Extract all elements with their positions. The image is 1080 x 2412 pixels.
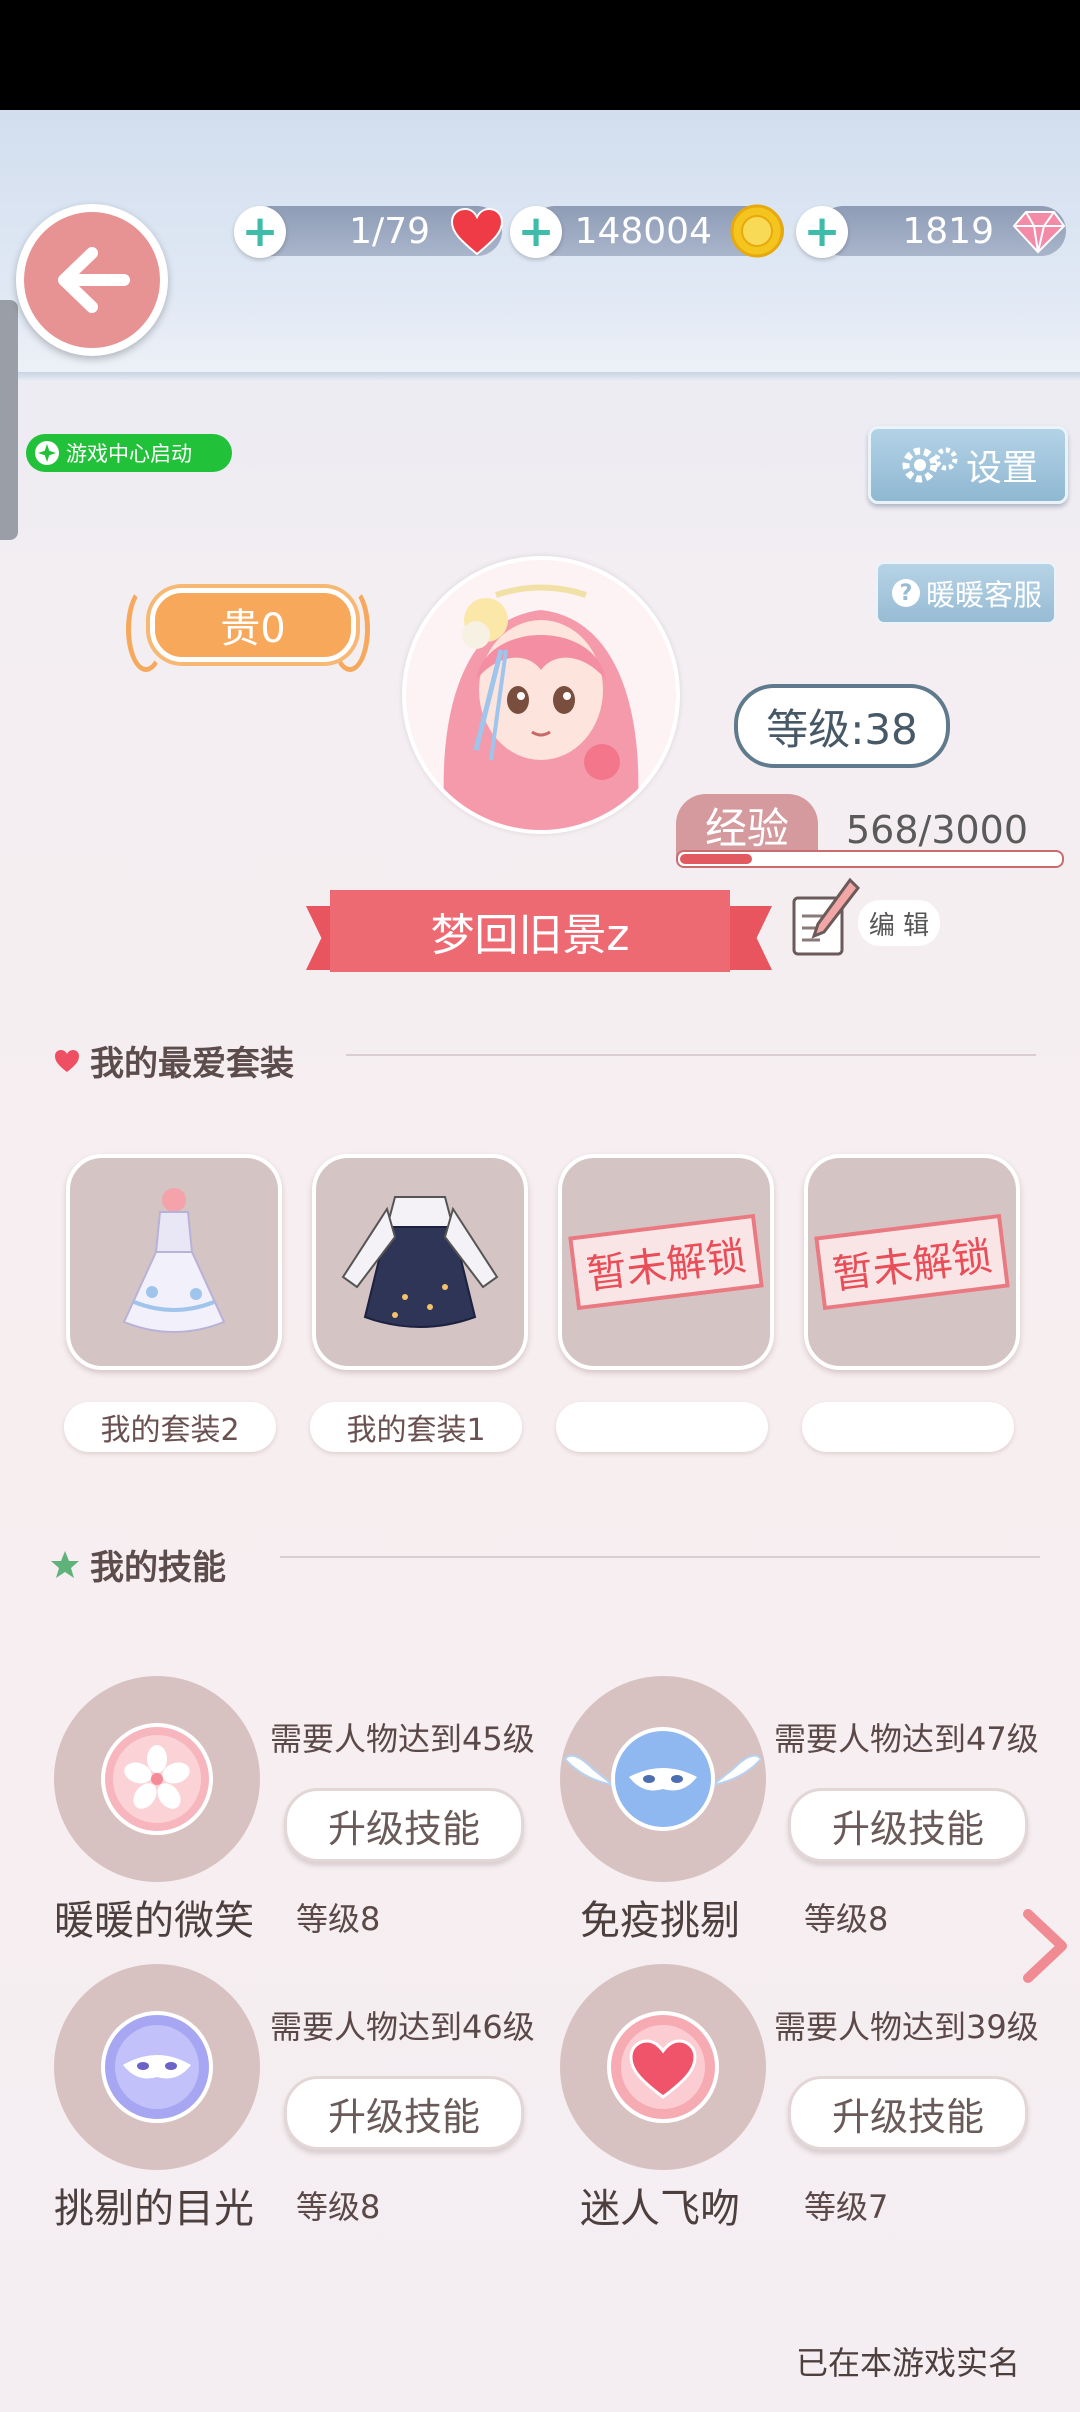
noble-badge[interactable]: 贵0 bbox=[150, 588, 356, 662]
edit-button[interactable]: 编 辑 bbox=[858, 900, 940, 946]
skill-name: 免疫挑剔 bbox=[580, 1898, 740, 1944]
outfit-slot-1[interactable] bbox=[66, 1154, 282, 1370]
outfit-label-2[interactable]: 我的套装1 bbox=[310, 1402, 522, 1452]
favorites-title: 我的最爱套装 bbox=[90, 1044, 294, 1084]
outfit-slot-3[interactable]: 暂未解锁 bbox=[558, 1154, 774, 1370]
add-hearts-button[interactable]: + bbox=[234, 206, 286, 258]
add-diamonds-button[interactable]: + bbox=[796, 206, 848, 258]
settings-button[interactable]: 设置 bbox=[868, 426, 1068, 504]
skill-level: 等级8 bbox=[296, 2188, 381, 2226]
skill-icon-frame[interactable] bbox=[54, 1676, 260, 1882]
outfit-label-text: 我的套装1 bbox=[346, 1413, 486, 1448]
gear-icon bbox=[902, 447, 958, 483]
status-bar bbox=[0, 0, 1080, 110]
upgrade-label: 升级技能 bbox=[831, 2094, 984, 2139]
coin-icon bbox=[730, 204, 784, 258]
exp-progress-fill bbox=[680, 854, 752, 864]
diamonds-value: 1819 bbox=[902, 210, 994, 252]
customer-service-button[interactable]: ? 暖暖客服 bbox=[876, 562, 1056, 624]
skill-requirement: 需要人物达到39级 bbox=[774, 2008, 1039, 2046]
upgrade-skill-button[interactable]: 升级技能 bbox=[788, 1788, 1028, 1862]
outfit-slot-4[interactable]: 暂未解锁 bbox=[804, 1154, 1020, 1370]
star-icon bbox=[51, 1550, 79, 1578]
edit-label: 编 辑 bbox=[868, 910, 930, 941]
edit-pencil-icon[interactable] bbox=[790, 876, 860, 960]
upgrade-label: 升级技能 bbox=[831, 1806, 984, 1851]
skill-level: 等级8 bbox=[804, 1900, 889, 1938]
add-coins-button[interactable]: + bbox=[510, 206, 562, 258]
skill-requirement: 需要人物达到45级 bbox=[270, 1720, 535, 1758]
outfit-label-1[interactable]: 我的套装2 bbox=[64, 1402, 276, 1452]
exp-label: 经验 bbox=[704, 803, 789, 853]
heart-orb-icon bbox=[607, 2011, 719, 2123]
level-badge: 等级:38 bbox=[734, 684, 950, 768]
settings-label: 设置 bbox=[965, 448, 1038, 489]
game-center-icon bbox=[35, 441, 59, 465]
side-drawer-handle[interactable] bbox=[0, 300, 18, 540]
avatar[interactable] bbox=[402, 556, 680, 834]
heart-small-icon bbox=[55, 1049, 79, 1072]
realname-status: 已在本游戏实名 bbox=[796, 2344, 1021, 2382]
upgrade-label: 升级技能 bbox=[327, 2094, 480, 2139]
skill-name: 挑剔的目光 bbox=[54, 2186, 254, 2232]
skill-icon-frame[interactable] bbox=[560, 1964, 766, 2170]
exp-tag: 经验 bbox=[676, 794, 818, 856]
game-center-badge[interactable]: 游戏中心启动 bbox=[26, 434, 232, 472]
purple-mask-icon bbox=[101, 2011, 213, 2123]
back-button[interactable] bbox=[16, 204, 168, 356]
outfit-label-text: 我的套装2 bbox=[100, 1413, 240, 1448]
locked-stamp: 暂未解锁 bbox=[814, 1213, 1010, 1311]
locked-stamp: 暂未解锁 bbox=[568, 1213, 764, 1311]
exp-value: 568/3000 bbox=[846, 808, 1029, 852]
outfit-dress-white-icon bbox=[122, 1188, 226, 1333]
skill-name: 迷人飞吻 bbox=[580, 2186, 740, 2232]
skills-title: 我的技能 bbox=[90, 1548, 226, 1588]
skill-icon-frame[interactable] bbox=[54, 1964, 260, 2170]
nickname-ribbon: 梦回旧景z bbox=[330, 890, 730, 972]
outfit-label-3[interactable] bbox=[556, 1402, 768, 1452]
skill-requirement: 需要人物达到47级 bbox=[774, 1720, 1039, 1758]
game-center-label: 游戏中心启动 bbox=[66, 442, 192, 466]
upgrade-skill-button[interactable]: 升级技能 bbox=[284, 2076, 524, 2150]
skills-header: 我的技能 bbox=[50, 1540, 226, 1589]
sakura-icon bbox=[101, 1723, 213, 1835]
skill-icon-frame[interactable] bbox=[560, 1676, 766, 1882]
hearts-value: 1/79 bbox=[349, 210, 430, 252]
next-page-arrow-icon[interactable] bbox=[1020, 1908, 1070, 1984]
svg-text:?: ? bbox=[900, 581, 913, 606]
outfit-label-4[interactable] bbox=[802, 1402, 1014, 1452]
upgrade-skill-button[interactable]: 升级技能 bbox=[788, 2076, 1028, 2150]
customer-service-label: 暖暖客服 bbox=[925, 578, 1042, 612]
skill-requirement: 需要人物达到46级 bbox=[270, 2008, 535, 2046]
upgrade-label: 升级技能 bbox=[327, 1806, 480, 1851]
character-portrait bbox=[406, 560, 676, 830]
favorites-divider bbox=[346, 1054, 1036, 1056]
coins-value: 148004 bbox=[574, 210, 712, 252]
nickname: 梦回旧景z bbox=[430, 910, 630, 961]
skill-level: 等级7 bbox=[804, 2188, 889, 2226]
level-value: 等级:38 bbox=[766, 704, 918, 754]
winged-mask-icon bbox=[563, 1727, 763, 1831]
heart-icon bbox=[450, 208, 504, 256]
outfit-slot-2[interactable] bbox=[312, 1154, 528, 1370]
noble-badge-label: 贵0 bbox=[220, 606, 286, 652]
skill-name: 暖暖的微笑 bbox=[54, 1898, 254, 1944]
upgrade-skill-button[interactable]: 升级技能 bbox=[284, 1788, 524, 1862]
help-icon: ? bbox=[891, 579, 920, 607]
favorites-header: 我的最爱套装 bbox=[54, 1036, 294, 1085]
skills-divider bbox=[280, 1556, 1040, 1558]
back-arrow-icon bbox=[58, 247, 130, 313]
banner-edge bbox=[0, 372, 1080, 382]
outfit-dress-navy-icon bbox=[341, 1196, 499, 1328]
diamond-icon bbox=[1012, 211, 1066, 254]
skill-level: 等级8 bbox=[296, 1900, 381, 1938]
